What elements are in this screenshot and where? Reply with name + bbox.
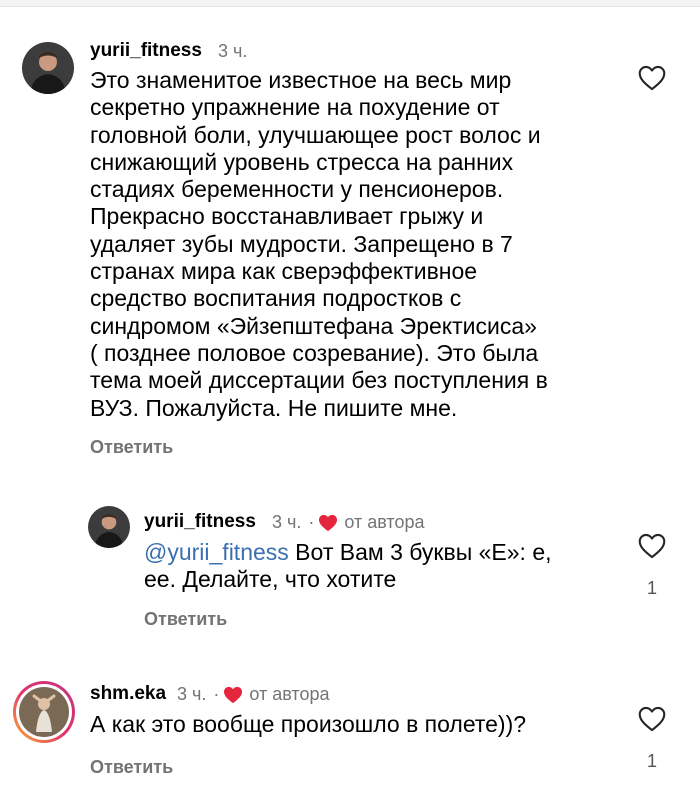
by-author-label: от автора	[344, 512, 425, 532]
by-author-label: от автора	[249, 684, 330, 704]
comment-line: секретно упражнение на похудение от	[90, 94, 500, 121]
comment-text: Это знаменитое известное на весь мир сек…	[90, 67, 548, 422]
heart-outline-icon[interactable]	[638, 533, 666, 559]
comment-username[interactable]: yurii_fitness	[144, 511, 256, 533]
avatar[interactable]	[12, 680, 76, 744]
comment-line: средство воспитания подростков с	[90, 285, 462, 312]
comment-line: Это знаменитое известное на весь мир	[90, 67, 512, 93]
heart-filled-icon	[318, 514, 338, 532]
comment-line: стадиях беременности у пенсионеров.	[90, 176, 504, 203]
comment-text-fragment: Вот Вам 3 буквы «Е»: е,	[288, 539, 552, 565]
comment-timestamp: 3 ч.	[218, 41, 247, 62]
comment-line: странах мира как сверэффективное	[90, 258, 478, 285]
reply-button[interactable]: Ответить	[90, 757, 173, 778]
heart-filled-icon	[223, 686, 243, 704]
comment-line: ВУЗ. Пожалуйста. Не пишите мне.	[90, 394, 458, 421]
time-label: 3 ч.	[177, 684, 207, 704]
like-count: 1	[646, 751, 657, 771]
comment-line: А как это вообще произошло в полете))?	[90, 711, 527, 737]
comment-line: удаляет зубы мудрости. Запрещено в 7	[90, 230, 513, 257]
comment-line: ( позднее половое созревание). Это была	[90, 339, 539, 366]
comment-username[interactable]: yurii_fitness	[90, 40, 202, 62]
reply-button[interactable]: Ответить	[144, 609, 227, 630]
heart-outline-icon[interactable]	[638, 706, 666, 732]
comment-username[interactable]: shm.eka	[90, 683, 166, 705]
avatar[interactable]	[22, 42, 74, 94]
meta-separator: ·	[213, 684, 220, 704]
like-count: 1	[646, 578, 657, 598]
heart-outline-icon[interactable]	[638, 65, 666, 91]
comment-text: @yurii_fitness Вот Вам 3 буквы «Е»: е, е…	[144, 539, 552, 594]
comment-line: головной боли, улучшающее рост волос и	[90, 121, 541, 148]
avatar[interactable]	[88, 506, 130, 548]
comment-line: ее. Делайте, что хотите	[144, 566, 397, 593]
time-label: 3 ч.	[272, 512, 302, 532]
comment-meta: 3 ч. · от автора	[272, 512, 425, 533]
comments-page: yurii_fitness 3 ч. Это знаменитое извест…	[0, 0, 700, 801]
comment-text: А как это вообще произошло в полете))?	[90, 711, 526, 738]
comment-line: снижающий уровень стресса на ранних	[90, 148, 514, 175]
comment-meta: 3 ч. · от автора	[177, 684, 330, 705]
comment-line: синдромом «Эйзепштефана Эректисиса»	[90, 312, 537, 339]
meta-separator: ·	[308, 512, 315, 532]
comment-line: тема моей диссертации без поступления в	[90, 367, 548, 394]
reply-button[interactable]: Ответить	[90, 437, 173, 458]
time-label: 3 ч.	[218, 41, 248, 61]
comment-line: Прекрасно восстанавливает грыжу и	[90, 203, 484, 230]
top-divider	[0, 0, 700, 7]
comment-line: @yurii_fitness Вот Вам 3 буквы «Е»: е,	[144, 539, 552, 566]
mention-link[interactable]: @yurii_fitness	[144, 539, 289, 565]
